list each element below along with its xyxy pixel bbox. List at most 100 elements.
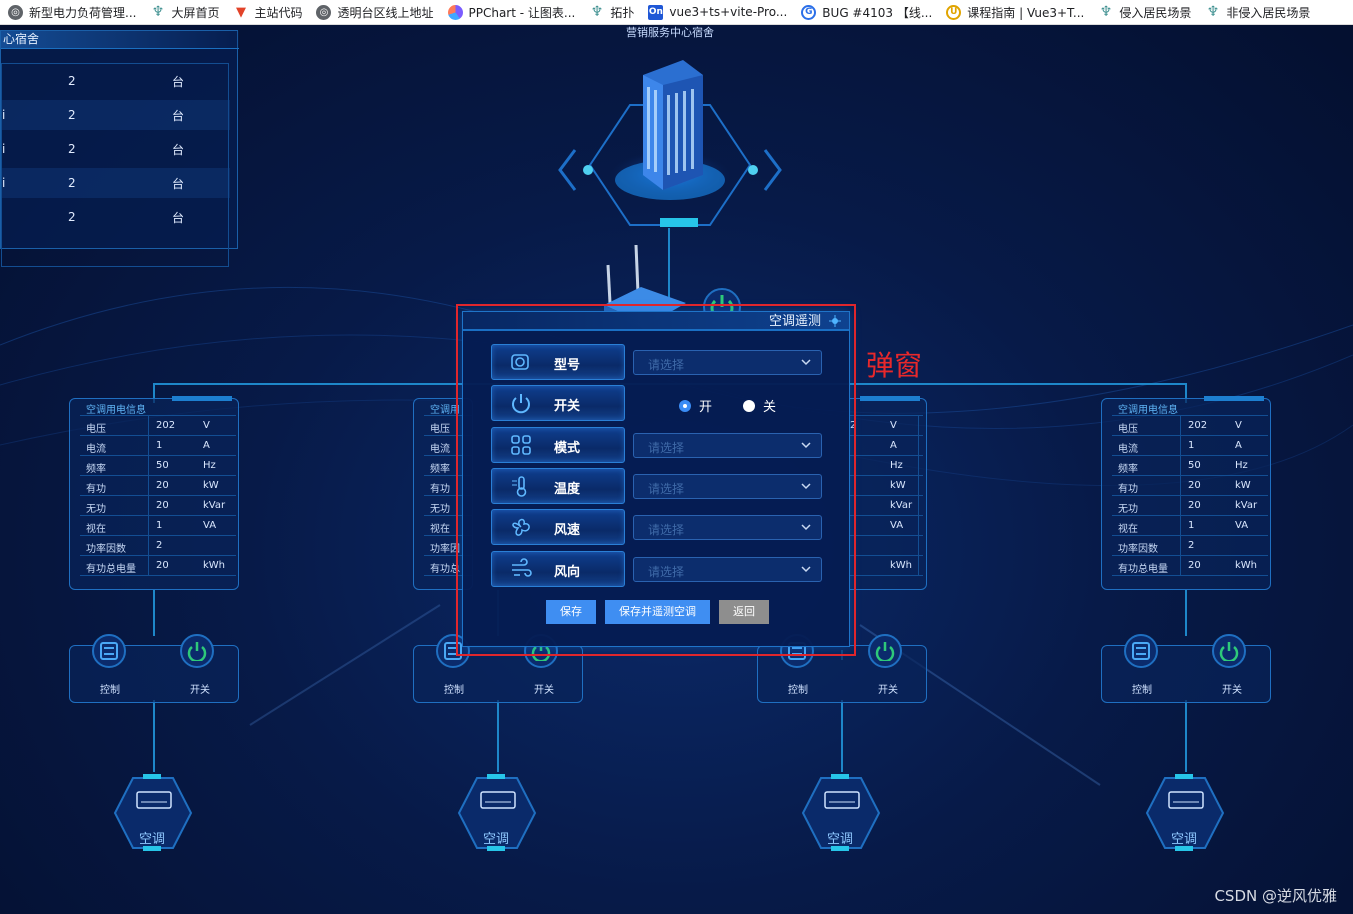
plant-icon: ♆ bbox=[151, 4, 165, 20]
u-icon: U bbox=[946, 4, 962, 20]
drop-2b bbox=[497, 700, 499, 772]
drop-4a bbox=[1185, 590, 1187, 636]
table-row: 无功 20 kVar bbox=[1112, 496, 1268, 516]
ac-power-panel-1: 空调用电信息 电压 202 V 电流 1 A 频率 50 Hz 有功 20 kW 无功 20 kVa… bbox=[69, 396, 239, 590]
panel-title: 心宿舍 bbox=[1, 31, 239, 49]
control-label: 控制 bbox=[1132, 685, 1152, 696]
table-row: 电压 202 V bbox=[1112, 416, 1268, 436]
table-row bbox=[850, 536, 923, 556]
panel-title: 空调用电信息 bbox=[1118, 405, 1178, 416]
bookmark-10[interactable]: ♆ 侵入居民场景 bbox=[1090, 0, 1197, 24]
dorm-summary-panel: 心宿舍 2台 i2台 i2台 i2台 2台 bbox=[0, 30, 239, 267]
switch-label: 开关 bbox=[878, 685, 898, 696]
switch-label: 开关 bbox=[1222, 685, 1242, 696]
table-row: 功率因数 2 bbox=[1112, 536, 1268, 556]
drop-1a bbox=[153, 590, 155, 636]
table-row: 功率因数 2 bbox=[80, 536, 236, 556]
plant-icon: ♆ bbox=[1206, 4, 1220, 20]
ppchart-icon bbox=[447, 4, 463, 20]
ac-label: 空调 bbox=[139, 832, 166, 847]
table-row: 无功 20 kVar bbox=[80, 496, 236, 516]
control-icon bbox=[100, 642, 118, 660]
power-table: 电压 202 V 电流 1 A 频率 50 Hz 有功 20 kW 无功 20 kVar 视在 1 VA… bbox=[80, 415, 236, 576]
bookmark-1[interactable]: ◎ 新型电力负荷管理... bbox=[0, 0, 142, 24]
power-table: 2V A Hz kW kVar VA kWh bbox=[850, 415, 923, 576]
power-icon bbox=[1219, 642, 1239, 661]
table-row: 有功 20 kW bbox=[80, 476, 236, 496]
annotation-label: 弹窗 bbox=[866, 349, 923, 382]
power-icon bbox=[875, 642, 895, 661]
table-row: 2台 bbox=[68, 74, 185, 89]
bookmark-8[interactable]: G BUG #4103 【线... bbox=[793, 0, 938, 24]
table-row: 有功 20 kW bbox=[1112, 476, 1268, 496]
table-row: i2台 bbox=[2, 100, 230, 130]
panel-title: 空调用电信息 bbox=[86, 405, 146, 416]
bookmark-11[interactable]: ♆ 非侵入居民场景 bbox=[1197, 0, 1316, 24]
table-row: Hz bbox=[850, 456, 923, 476]
power-button[interactable] bbox=[868, 634, 902, 668]
control-label: 控制 bbox=[788, 685, 808, 696]
annotation-highlight-box bbox=[456, 304, 856, 656]
drop-3b bbox=[841, 700, 843, 772]
control-icon bbox=[1132, 642, 1150, 660]
table-row: 2V bbox=[850, 416, 923, 436]
bookmark-9[interactable]: U 课程指南 | Vue3+T... bbox=[938, 0, 1090, 24]
table-row: VA bbox=[850, 516, 923, 536]
table-row: 视在 1 VA bbox=[1112, 516, 1268, 536]
table-row: 2台 bbox=[68, 210, 185, 225]
globe-icon: ◎ bbox=[316, 4, 332, 20]
bookmark-5[interactable]: PPChart - 让图表... bbox=[440, 0, 582, 24]
table-row: 电流 1 A bbox=[1112, 436, 1268, 456]
power-button[interactable] bbox=[1212, 634, 1246, 668]
ac-control-panel-4: 控制 开关 bbox=[1101, 634, 1271, 703]
power-table: 电压 202 V 电流 1 A 频率 50 Hz 有功 20 kW 无功 20 kVar 视在 1 VA… bbox=[1112, 415, 1268, 576]
globe-icon: ◎ bbox=[8, 4, 23, 20]
drop-1b bbox=[153, 700, 155, 772]
table-row: kW bbox=[850, 476, 923, 496]
bookmark-3[interactable]: ▼ 主站代码 bbox=[225, 0, 308, 24]
table-row: 电压 202 V bbox=[80, 416, 236, 436]
table-row: 有功总电量 20 kWh bbox=[1112, 556, 1268, 576]
table-row: 视在 1 VA bbox=[80, 516, 236, 536]
bookmark-6[interactable]: ♆ 拓扑 bbox=[581, 0, 640, 24]
panel-accent-bar bbox=[1204, 396, 1264, 401]
ac-power-panel-3: 2V A Hz kW kVar VA kWh bbox=[850, 396, 927, 590]
control-button[interactable] bbox=[1124, 634, 1158, 668]
bookmark-2[interactable]: ♆ 大屏首页 bbox=[142, 0, 225, 24]
table-row: i2台 bbox=[2, 168, 230, 198]
table-row: 频率 50 Hz bbox=[80, 456, 236, 476]
watermark: CSDN @逆风优雅 bbox=[1214, 887, 1337, 905]
bookmark-4[interactable]: ◎ 透明台区线上地址 bbox=[308, 0, 439, 24]
ac-unit-node-3[interactable]: 空调 bbox=[791, 770, 891, 856]
switch-label: 开关 bbox=[534, 685, 554, 696]
plant-icon: ♆ bbox=[590, 4, 604, 20]
table-row: kVar bbox=[850, 496, 923, 516]
control-label: 控制 bbox=[100, 685, 120, 696]
ac-label: 空调 bbox=[1171, 832, 1198, 847]
ac-label: 空调 bbox=[827, 832, 854, 847]
panel-accent-bar bbox=[172, 396, 232, 401]
table-row: A bbox=[850, 436, 923, 456]
switch-label: 开关 bbox=[190, 685, 210, 696]
plant-icon: ♆ bbox=[1099, 4, 1113, 20]
ac-unit-node-4[interactable]: 空调 bbox=[1135, 770, 1235, 856]
panel-accent-bar bbox=[860, 396, 920, 401]
bookmark-7[interactable]: On vue3+ts+vite-Pro... bbox=[640, 0, 793, 24]
ac-unit-node-1[interactable]: 空调 bbox=[103, 770, 203, 856]
g-icon: G bbox=[801, 4, 817, 20]
power-button[interactable] bbox=[180, 634, 214, 668]
table-row: 电流 1 A bbox=[80, 436, 236, 456]
control-button[interactable] bbox=[92, 634, 126, 668]
bookmarks-bar: ◎ 新型电力负荷管理... ♆ 大屏首页 ▼ 主站代码 ◎ 透明台区线上地址 PPCha… bbox=[0, 0, 1353, 25]
building-icon bbox=[558, 60, 782, 227]
gitlab-icon: ▼ bbox=[235, 4, 246, 20]
table-row: i2台 bbox=[2, 142, 185, 157]
ac-unit-node-2[interactable]: 空调 bbox=[447, 770, 547, 856]
on-icon: On bbox=[648, 4, 664, 20]
control-label: 控制 bbox=[444, 685, 464, 696]
power-icon bbox=[187, 642, 207, 661]
ac-power-panel-4: 空调用电信息 电压 202 V 电流 1 A 频率 50 Hz 有功 20 kW 无功 20 kVa… bbox=[1101, 396, 1271, 590]
ac-label: 空调 bbox=[483, 832, 510, 847]
drop-4b bbox=[1185, 700, 1187, 772]
table-row: 频率 50 Hz bbox=[1112, 456, 1268, 476]
